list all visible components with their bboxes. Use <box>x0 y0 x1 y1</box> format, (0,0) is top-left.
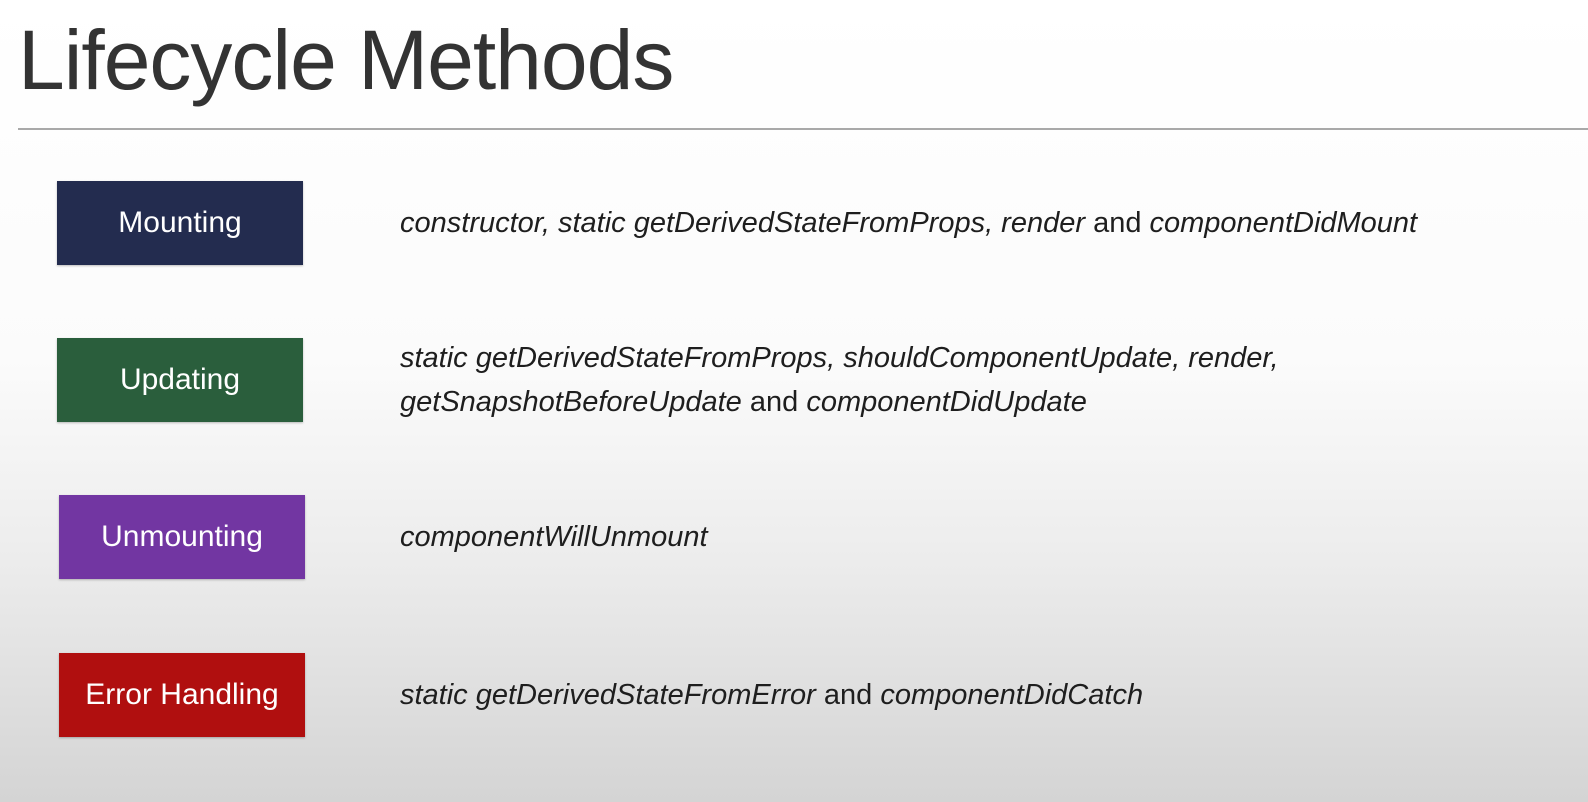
slide-title: Lifecycle Methods <box>18 13 674 107</box>
phase-box-unmounting: Unmounting <box>59 495 305 579</box>
phase-description-unmounting: componentWillUnmount <box>400 515 708 559</box>
phase-box-error-handling: Error Handling <box>59 653 305 737</box>
method-text: getSnapshotBeforeUpdate <box>400 386 742 418</box>
description-line: static getDerivedStateFromProps, shouldC… <box>400 336 1279 380</box>
description-line: static getDerivedStateFromError and comp… <box>400 673 1143 717</box>
description-line: constructor, static getDerivedStateFromP… <box>400 201 1417 245</box>
description-line: getSnapshotBeforeUpdate and componentDid… <box>400 380 1279 424</box>
method-text: static getDerivedStateFromError <box>400 679 816 711</box>
phase-box-updating: Updating <box>57 338 303 422</box>
phase-description-mounting: constructor, static getDerivedStateFromP… <box>400 201 1417 245</box>
method-text: componentDidUpdate <box>806 386 1087 418</box>
phase-description-updating: static getDerivedStateFromProps, shouldC… <box>400 336 1279 424</box>
title-divider <box>18 128 1588 130</box>
conjunction-text: and <box>741 386 807 418</box>
conjunction-text: and <box>815 679 881 711</box>
conjunction-text: and <box>1085 207 1150 239</box>
description-line: componentWillUnmount <box>400 515 708 559</box>
method-text: componentDidMount <box>1149 207 1418 239</box>
phase-description-error-handling: static getDerivedStateFromError and comp… <box>400 673 1143 717</box>
method-text: static getDerivedStateFromProps, shouldC… <box>400 342 1279 374</box>
method-text: componentDidCatch <box>880 679 1144 711</box>
phase-box-mounting: Mounting <box>57 181 303 265</box>
method-text: componentWillUnmount <box>400 521 708 553</box>
method-text: constructor, static getDerivedStateFromP… <box>400 207 1086 239</box>
